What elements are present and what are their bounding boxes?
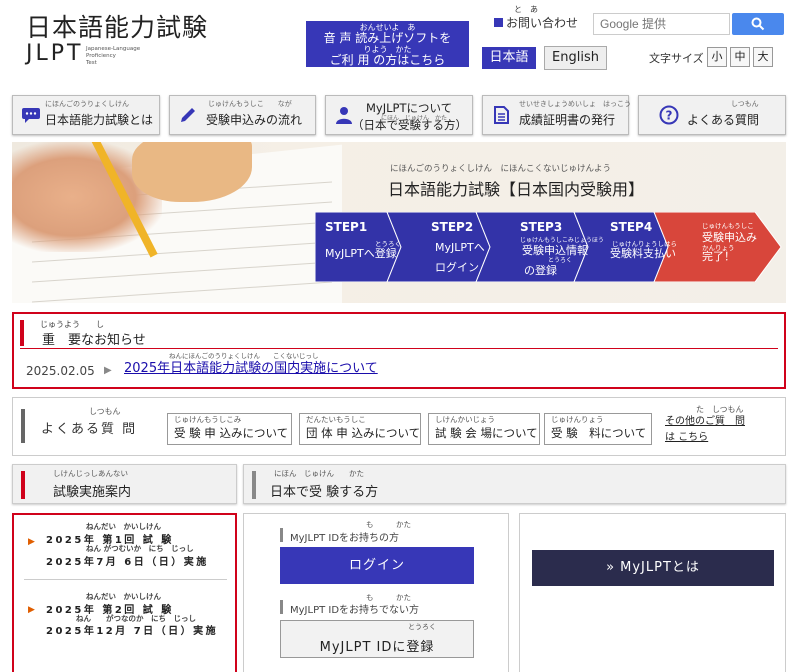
nav-application-flow[interactable]: じゅけんもうしこ なが 受験申込みの流れ xyxy=(169,95,316,135)
logo-jlpt-mark: JLPT xyxy=(26,41,84,66)
logo-title: 日本語能力試験 xyxy=(26,13,209,42)
font-size-large-button[interactable]: 大 xyxy=(753,47,773,67)
faq-title: よくある質 問 xyxy=(41,422,138,437)
notice-date: 2025.02.05 xyxy=(26,364,95,378)
important-notice: じゅうよう し 重 要なお知らせ 2025.02.05 ▶ ねんにほんごのうりょ… xyxy=(12,312,786,389)
schedule-section-header: しけんじっしあんない 試験実施案内 xyxy=(12,464,237,504)
user-icon xyxy=(336,107,352,124)
faq-fee-button[interactable]: じゅけんりょう 受 験 料について xyxy=(544,413,652,445)
hero-banner: にほんごのうりょくしけん にほんこくないじゅけんよう 日本語能力試験【日本国内受… xyxy=(12,142,786,303)
step-3: STEP3 じゅけんもうしこみじょうほう 受験申込情報 とうろく の登録 xyxy=(520,220,604,277)
step-1: STEP1 とうろく MyJLPTへ登録 xyxy=(325,220,401,260)
play-arrow-icon: ▶ xyxy=(104,365,112,376)
font-size-small-button[interactable]: 小 xyxy=(707,47,727,67)
faq-application-button[interactable]: じゅけんもうしこみ 受 験 申 込みについて xyxy=(167,413,292,445)
exam-schedule: ▶ ねんだい かいしけん 2025年 第1回 試 験 ねん がつむいか にち じ… xyxy=(12,513,237,672)
pencil-icon xyxy=(181,108,195,122)
nav-score-certificate[interactable]: せいせきしょうめいしょ はっこう 成績証明書の発行 xyxy=(482,95,631,135)
domestic-section-header: にほん じゅけん かた 日本で受 験する方 xyxy=(243,464,786,504)
search-input[interactable] xyxy=(593,13,730,35)
login-panel: も かた MyJLPT IDをお持ちの方 ログイン も かた MyJLPT ID… xyxy=(243,513,509,672)
svg-text:?: ? xyxy=(666,109,673,123)
step-2: STEP2 MyJLPTへ ログイン xyxy=(431,220,485,274)
screen-reader-button[interactable]: おんせいよ あ 音 声 読み上げソフトを りよう かた ご利 用 の方はこちら xyxy=(306,21,469,67)
myjlpt-panel: » MyJLPTとは xyxy=(519,513,786,672)
step-complete: じゅけんもうしこ 受験申込み かんりょう 完了！ xyxy=(702,222,757,263)
hero-title: 日本語能力試験【日本国内受験用】 xyxy=(388,180,645,199)
arrow-icon: ▶ xyxy=(28,537,35,547)
document-icon xyxy=(494,106,509,124)
search-button[interactable] xyxy=(732,13,784,35)
font-size-label: 文字サイズ xyxy=(649,52,704,65)
notice-link[interactable]: 2025年日本語能力試験の国内実施について xyxy=(124,357,378,376)
contact-link[interactable]: と あ お問い合わせ xyxy=(494,5,578,30)
speech-bubble-icon xyxy=(22,108,40,123)
search-icon xyxy=(751,17,765,31)
jlpt-logo[interactable]: 日本語能力試験 JLPT Japanese-Language Proficien… xyxy=(26,8,226,66)
has-id-label: MyJLPT IDをお持ちの方 xyxy=(290,533,400,544)
lang-japanese-button[interactable]: 日本語 xyxy=(482,47,536,69)
logo-subtitle: Japanese-Language Proficiency Test xyxy=(86,46,141,66)
notice-title: 重 要なお知らせ xyxy=(42,333,146,348)
login-button[interactable]: ログイン xyxy=(280,547,474,584)
step-4: STEP4 じゅけんりょうしはら 受験料支払い xyxy=(610,220,677,260)
no-id-label: MyJLPT IDをお持ちでない方 xyxy=(290,605,420,616)
register-button[interactable]: とうろく MyJLPT IDに登録 xyxy=(280,620,474,658)
faq-group-application-button[interactable]: だんたいもうしこ 団 体 申 込みについて xyxy=(299,413,421,445)
lang-english-button[interactable]: English xyxy=(544,46,607,70)
faq-section: しつもん よくある質 問 じゅけんもうしこみ 受 験 申 込みについて だんたい… xyxy=(12,397,786,456)
font-size-medium-button[interactable]: 中 xyxy=(730,47,750,67)
nav-about-jlpt[interactable]: にほんごのうりょくしけん 日本語能力試験とは xyxy=(12,95,160,135)
faq-other-link[interactable]: その他のご質 問は こちら xyxy=(665,414,753,446)
nav-about-myjlpt[interactable]: MyJLPTについて にほん じゅけん かた （日本で受験する方） xyxy=(325,95,473,135)
faq-venue-button[interactable]: しけんかいじょう 試 験 会 場について xyxy=(428,413,540,445)
bullet-icon xyxy=(494,18,503,27)
arrow-icon: ▶ xyxy=(28,605,35,615)
about-myjlpt-button[interactable]: » MyJLPTとは xyxy=(532,550,774,586)
question-icon: ? xyxy=(659,105,679,125)
nav-faq[interactable]: ? しつもん よくある質問 xyxy=(638,95,786,135)
